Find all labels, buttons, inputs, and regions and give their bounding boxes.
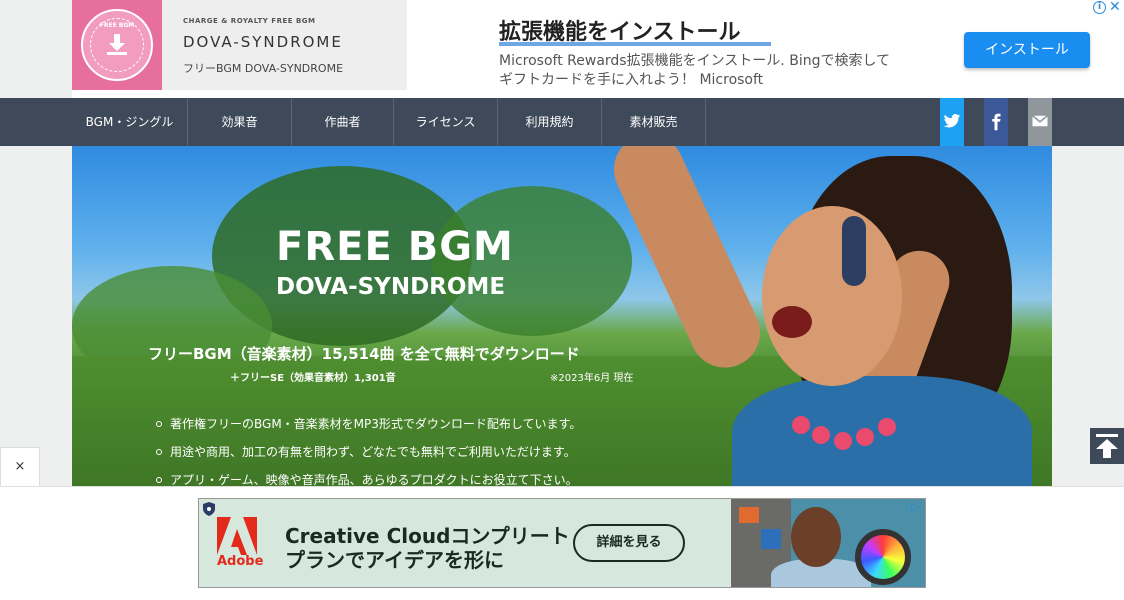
- bullet-icon: [156, 449, 162, 455]
- nav-item-sound-effects[interactable]: 効果音: [188, 98, 292, 146]
- mail-icon: [1032, 115, 1048, 127]
- twitter-button[interactable]: [940, 98, 964, 146]
- hero-figure-face: [762, 206, 902, 386]
- logo-site-name: DOVA-SYNDROME: [183, 33, 343, 51]
- shield-icon: [203, 502, 215, 516]
- necklace-bead: [792, 416, 810, 434]
- download-icon: [107, 34, 127, 55]
- page: FREE BGM CHARGE & ROYALTY FREE BGM DOVA-…: [0, 0, 1124, 600]
- list-item: アプリ・ゲーム、映像や音声作品、あらゆるプロダクトにお役立て下さい。: [156, 470, 581, 486]
- list-item-text: 用途や商用、加工の有無を問わず、どなたでも無料でご利用いただけます。: [170, 445, 576, 459]
- bottom-ad-photo: [731, 499, 925, 587]
- info-icon[interactable]: i: [1093, 1, 1106, 14]
- logo-tagline: CHARGE & ROYALTY FREE BGM: [183, 17, 316, 25]
- hero-subtitle: DOVA-SYNDROME: [276, 274, 506, 300]
- headphone-icon: [842, 216, 866, 286]
- top-ad-install-button[interactable]: インストール: [964, 32, 1090, 68]
- close-icon[interactable]: ✕: [1109, 0, 1121, 15]
- hero-date-note: ※2023年6月 現在: [550, 373, 634, 384]
- adobe-logo-icon: [217, 517, 257, 555]
- color-wheel-icon: [855, 529, 911, 585]
- nav-item-bgm[interactable]: BGM・ジングル: [72, 98, 188, 146]
- top-ad-line1: Microsoft Rewards拡張機能をインストール. Bingで検索して: [499, 53, 891, 69]
- list-item-text: アプリ・ゲーム、映像や音声作品、あらゆるプロダクトにお役立て下さい。: [170, 473, 578, 486]
- hero-bgm-count: フリーBGM（音楽素材）15,514曲 を全て無料でダウンロード: [148, 345, 580, 363]
- photo-shelf-item: [761, 529, 781, 549]
- hero-title: FREE BGM: [276, 224, 514, 270]
- list-item-text: 著作権フリーのBGM・音楽素材をMP3形式でダウンロード配布しています。: [170, 417, 582, 431]
- twitter-icon: [943, 114, 961, 128]
- bottom-ad-banner[interactable]: Adobe Creative Cloudコンプリート プランでアイデアを形に 詳…: [198, 498, 926, 588]
- site-logo[interactable]: FREE BGM CHARGE & ROYALTY FREE BGM DOVA-…: [72, 0, 407, 90]
- nav-item-composers[interactable]: 作曲者: [292, 98, 394, 146]
- top-ad-line2: ギフトカードを手に入れよう！ Microsoft: [499, 72, 764, 88]
- mail-button[interactable]: [1028, 98, 1052, 146]
- bottom-ad-close-button[interactable]: ×: [0, 447, 40, 486]
- main-nav-inner: BGM・ジングル 効果音 作曲者 ライセンス 利用規約 素材販売: [72, 98, 1052, 146]
- nav-item-store[interactable]: 素材販売: [602, 98, 706, 146]
- photo-shelf-item: [739, 507, 759, 523]
- top-ad-title-underline: [499, 42, 771, 46]
- photo-person: [791, 507, 841, 567]
- adchoices-icon[interactable]: ▷: [911, 500, 919, 513]
- bullet-icon: [156, 477, 162, 483]
- hero-figure-necklace: [792, 416, 912, 456]
- main-nav: BGM・ジングル 効果音 作曲者 ライセンス 利用規約 素材販売: [0, 98, 1124, 146]
- hero-figure-mouth: [772, 306, 812, 338]
- list-item: 著作権フリーのBGM・音楽素材をMP3形式でダウンロード配布しています。: [156, 414, 581, 442]
- logo-badge: FREE BGM: [72, 0, 162, 90]
- necklace-bead: [834, 432, 852, 450]
- facebook-button[interactable]: [984, 98, 1008, 146]
- hero-se-count: ＋フリーSE（効果音素材）1,301音: [230, 373, 396, 384]
- bullet-icon: [156, 421, 162, 427]
- hero-feature-list: 著作権フリーのBGM・音楽素材をMP3形式でダウンロード配布しています。 用途や…: [156, 414, 581, 486]
- list-item: 用途や商用、加工の有無を問わず、どなたでも無料でご利用いただけます。: [156, 442, 581, 470]
- top-ad-banner[interactable]: 拡張機能をインストール Microsoft Rewards拡張機能をインストール…: [488, 0, 1124, 98]
- necklace-bead: [878, 418, 896, 436]
- logo-subtitle: フリーBGM DOVA-SYNDROME: [183, 62, 344, 75]
- necklace-bead: [812, 426, 830, 444]
- arrow-up-icon: [1096, 434, 1118, 458]
- nav-item-license[interactable]: ライセンス: [394, 98, 498, 146]
- badge-label: FREE BGM: [99, 22, 135, 29]
- bottom-ad-brand: Adobe: [217, 554, 264, 569]
- facebook-icon: [992, 113, 1001, 131]
- hero-banner: FREE BGM DOVA-SYNDROME フリーBGM（音楽素材）15,51…: [72, 146, 1052, 486]
- back-to-top-button[interactable]: [1090, 428, 1124, 464]
- bottom-ad-title-line2: プランでアイデアを形に: [285, 548, 504, 572]
- necklace-bead: [856, 428, 874, 446]
- site-header: FREE BGM CHARGE & ROYALTY FREE BGM DOVA-…: [72, 0, 1124, 98]
- bottom-ad-cta-button[interactable]: 詳細を見る: [573, 524, 685, 562]
- nav-item-terms[interactable]: 利用規約: [498, 98, 602, 146]
